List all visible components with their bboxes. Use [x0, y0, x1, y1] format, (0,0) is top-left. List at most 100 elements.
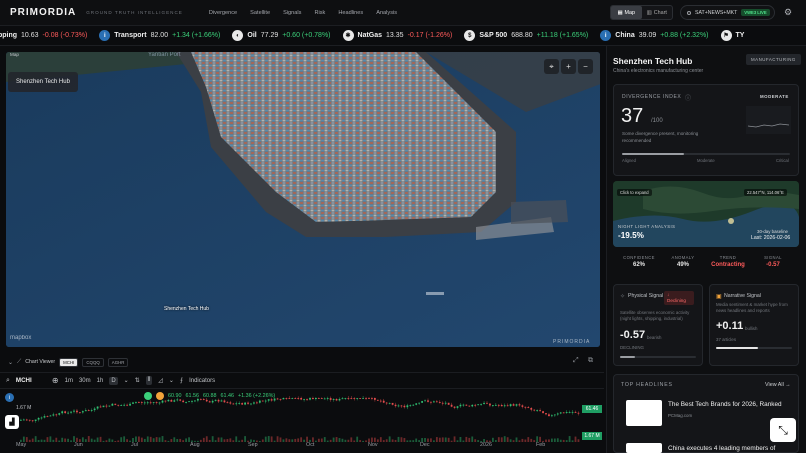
chart-view-button[interactable]: ▥ Chart — [642, 6, 673, 19]
headline-thumbnail[interactable] — [626, 400, 662, 426]
ticker-item[interactable]: i China 39.09 +0.88 (+2.32%) — [600, 30, 709, 41]
candle — [258, 400, 261, 403]
narrative-signal-value: +0.11 — [716, 320, 744, 332]
chart-line-icon: ⟋ — [17, 358, 22, 365]
candle — [374, 398, 376, 400]
x-tick: Sep — [248, 442, 258, 448]
expand-hint[interactable]: Click to expand — [617, 189, 652, 196]
candle — [385, 402, 388, 404]
ticker-item[interactable]: i Transport 82.00 +1.34 (+1.66%) — [99, 30, 220, 41]
candle — [300, 398, 303, 400]
zoom-out-button[interactable]: − — [578, 59, 593, 74]
chart-logo-icon[interactable]: ▟ — [5, 415, 19, 429]
confidence-label: CONFIDENCE — [623, 255, 655, 260]
divergence-progress — [622, 153, 685, 155]
nav-divergence[interactable]: Divergence — [209, 10, 237, 16]
add-compare-icon[interactable]: ⊕ — [52, 376, 59, 385]
search-icon[interactable]: ⌕ — [6, 377, 10, 385]
expand-icon[interactable]: ⤢ — [573, 357, 579, 365]
nav-satellite[interactable]: Satellite — [250, 10, 270, 16]
candle — [211, 400, 214, 403]
nav-headlines[interactable]: Headlines — [338, 10, 363, 16]
expand-fab-icon[interactable]: ⤡ — [770, 418, 796, 442]
mapbox-logo[interactable]: mapbox — [10, 335, 31, 341]
symbol-tab-aghr[interactable]: AGHR — [107, 357, 129, 367]
interval-chevron-icon[interactable]: ⌄ — [124, 377, 129, 384]
info-circle-icon[interactable]: ⓘ — [685, 93, 691, 102]
candle — [291, 398, 294, 399]
ticker-item[interactable]: ◐ Oil 77.29 +0.60 (+0.78%) — [232, 30, 331, 41]
ticker-item[interactable]: $ S&P 500 688.80 +11.18 (+1.65%) — [464, 30, 588, 41]
ticker-item[interactable]: ipping 10.63 -0.08 (-0.73%) — [0, 32, 87, 39]
chart-viewer-title: Chart Viewer — [25, 359, 56, 365]
nav-signals[interactable]: Signals — [283, 10, 301, 16]
headline-thumbnail[interactable] — [626, 443, 662, 453]
candle — [61, 411, 64, 414]
collapse-chevron-icon[interactable]: ⌄ — [8, 359, 13, 366]
nav-analysis[interactable]: Analysis — [376, 10, 397, 16]
candle — [489, 403, 491, 406]
interval-1h[interactable]: 1h — [97, 378, 104, 384]
view-all-link[interactable]: View All → — [765, 382, 791, 388]
narrative-icon: ▣ — [716, 294, 722, 300]
interval-1m[interactable]: 1m — [65, 378, 73, 384]
feed-status[interactable]: SAT+NEWS+MKT VWE3 LIVE — [680, 5, 775, 20]
candle — [25, 419, 28, 421]
ticker-item[interactable]: ✱ NatGas 13.35 -0.17 (-1.26%) — [342, 30, 452, 41]
map-view-button[interactable]: ▦ Map — [611, 6, 642, 19]
symbol-tab-mchi[interactable]: MCHI — [59, 357, 79, 367]
candle — [326, 398, 329, 399]
symbol-search-input[interactable]: MCHI — [16, 377, 46, 384]
night-light-baseline: 30-day baseline — [757, 229, 789, 234]
nav-risk[interactable]: Risk — [314, 10, 325, 16]
candle — [226, 402, 229, 404]
settings-gear-icon[interactable]: ⚙ — [784, 7, 792, 18]
locate-icon[interactable]: ⌖ — [544, 59, 559, 74]
indicators-icon[interactable]: ⨍ — [180, 377, 183, 384]
narrative-progress — [716, 347, 758, 349]
interval-30m[interactable]: 30m — [79, 378, 91, 384]
dividend-icon — [156, 392, 164, 400]
candle — [542, 411, 544, 414]
popout-icon[interactable]: ⧉ — [588, 357, 593, 365]
divergence-denominator: /100 — [651, 118, 663, 124]
candles-icon[interactable]: ⫴ — [145, 376, 153, 385]
area-chart-icon[interactable]: ◿ — [158, 377, 163, 384]
candle — [577, 412, 580, 414]
chart-type-chevron-icon[interactable]: ⌄ — [169, 377, 174, 384]
price-chart[interactable] — [0, 390, 604, 446]
chart-viewer-header: ⌄ ⟋ Chart Viewer MCHI CQQQ AGHR — [0, 355, 604, 369]
candle — [46, 416, 49, 417]
headline-title[interactable]: The Best Tech Brands for 2026, Ranked — [668, 401, 786, 408]
candle — [317, 398, 320, 399]
brand-logo[interactable]: PRIMORDIA — [10, 7, 76, 18]
candle — [279, 398, 282, 400]
physical-progress — [620, 356, 636, 358]
candle — [483, 402, 485, 404]
satellite-map[interactable] — [6, 52, 600, 347]
candle — [477, 404, 480, 406]
candle — [208, 401, 211, 403]
indicators-button[interactable]: Indicators — [189, 378, 215, 384]
candle — [435, 401, 438, 403]
location-chip[interactable]: Shenzhen Tech Hub — [8, 72, 78, 92]
candle — [87, 410, 90, 411]
candle — [503, 405, 506, 407]
bar-style-icon[interactable]: ⇅ — [135, 377, 140, 384]
candle — [356, 398, 359, 399]
candle — [459, 404, 462, 407]
headline-title[interactable]: China executes 4 leading members of — [668, 445, 786, 452]
candle — [371, 398, 373, 399]
scale-aligned: Aligned — [622, 158, 636, 163]
candle — [315, 398, 317, 400]
candle — [20, 419, 22, 421]
zoom-in-button[interactable]: + — [561, 59, 576, 74]
ticker-item[interactable]: ⚑ TY — [720, 30, 744, 41]
info-icon[interactable]: i — [5, 393, 14, 402]
interval-d[interactable]: D — [109, 376, 118, 385]
symbol-tab-cqqq[interactable]: CQQQ — [82, 357, 104, 367]
candle — [188, 401, 190, 403]
candle — [353, 398, 356, 399]
candle — [282, 398, 285, 400]
candle — [126, 404, 128, 406]
